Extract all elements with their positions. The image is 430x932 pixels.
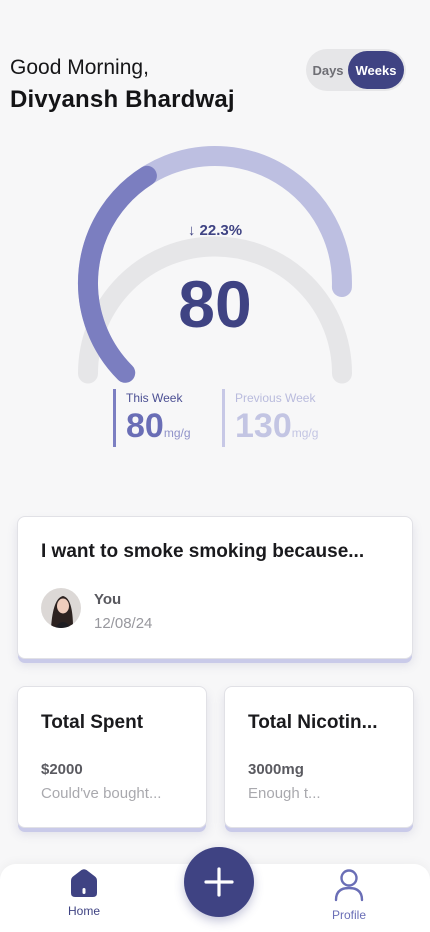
this-week-label: This Week bbox=[126, 391, 183, 405]
add-button[interactable] bbox=[184, 847, 254, 917]
total-spent-amount: $2000 bbox=[41, 761, 83, 778]
total-nicotine-title: Total Nicotin... bbox=[248, 712, 378, 733]
total-nicotine-card[interactable]: Total Nicotin... 3000mg Enough t... bbox=[224, 686, 414, 828]
user-icon bbox=[334, 869, 364, 902]
home-icon bbox=[71, 869, 97, 897]
this-week-stat: This Week 80mg/g bbox=[113, 389, 191, 447]
this-week-value: 80 bbox=[126, 407, 164, 445]
total-spent-card[interactable]: Total Spent $2000 Could've bought... bbox=[17, 686, 207, 828]
total-nicotine-subtitle: Enough t... bbox=[248, 785, 321, 802]
reason-card[interactable]: I want to smoke smoking because... You 1… bbox=[17, 516, 413, 659]
previous-week-label: Previous Week bbox=[235, 391, 316, 405]
nav-home[interactable]: Home bbox=[44, 868, 124, 918]
total-spent-subtitle: Could've bought... bbox=[41, 785, 162, 802]
previous-week-stat: Previous Week 130mg/g bbox=[222, 389, 318, 447]
nav-profile[interactable]: Profile bbox=[309, 868, 389, 922]
total-spent-title: Total Spent bbox=[41, 712, 144, 733]
avatar bbox=[41, 588, 81, 628]
reason-author: You bbox=[94, 591, 122, 608]
previous-week-unit: mg/g bbox=[291, 426, 319, 440]
nav-profile-label: Profile bbox=[331, 908, 366, 922]
previous-week-value: 130 bbox=[235, 407, 292, 445]
reason-title: I want to smoke smoking because... bbox=[41, 541, 365, 562]
reason-date: 12/08/24 bbox=[94, 615, 153, 632]
plus-icon bbox=[204, 867, 234, 897]
gauge-value: 80 bbox=[178, 267, 252, 341]
nav-home-label: Home bbox=[67, 904, 100, 918]
change-percentage: ↓ 22.3% bbox=[187, 222, 243, 239]
total-nicotine-amount: 3000mg bbox=[248, 761, 304, 778]
this-week-unit: mg/g bbox=[163, 426, 191, 440]
